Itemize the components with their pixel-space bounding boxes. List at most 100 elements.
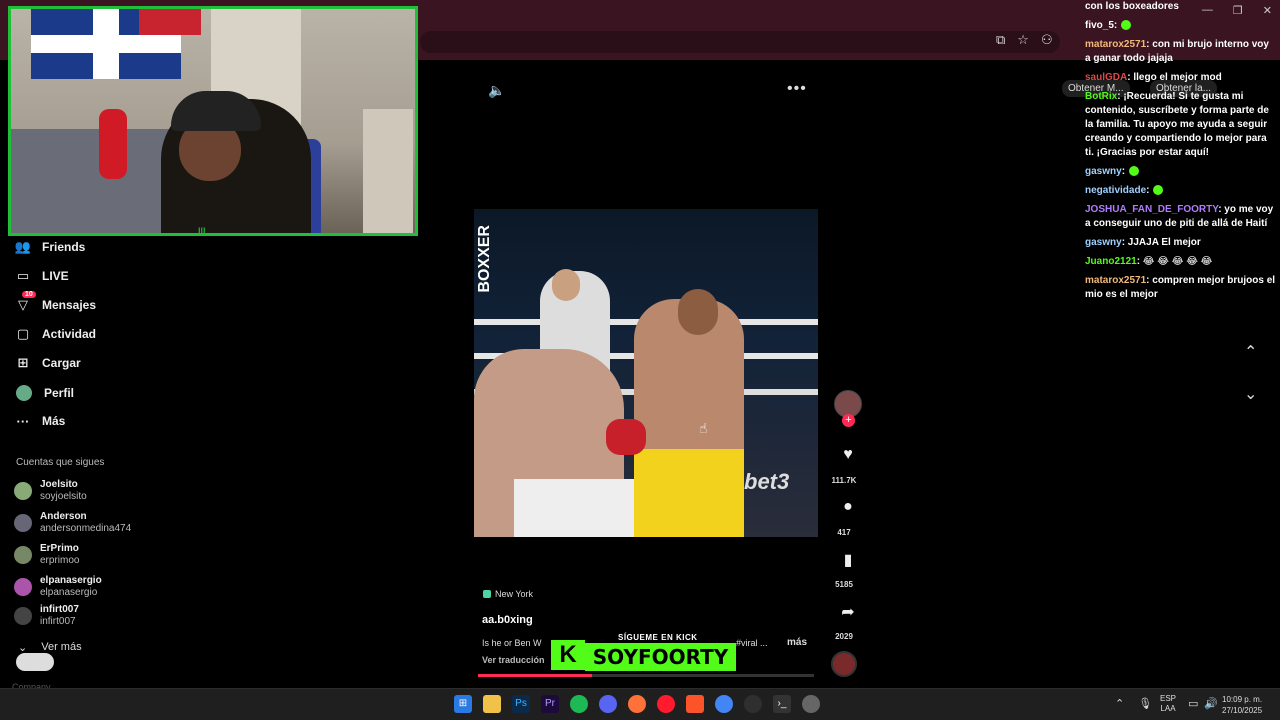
following-item[interactable]: infirt007 infirt007 <box>14 604 79 628</box>
chat-username[interactable]: fivo_5 <box>1085 20 1114 31</box>
more-options-icon[interactable]: ••• <box>787 80 807 98</box>
chat-username[interactable]: gaswny <box>1085 166 1122 177</box>
following-item[interactable]: elpanasergio elpanasergio <box>14 575 102 599</box>
chevron-up-icon[interactable]: ⌃ <box>1244 342 1257 362</box>
chat-username[interactable]: gaswny <box>1085 237 1122 248</box>
following-item[interactable]: ErPrimo erprimoo <box>14 543 79 567</box>
tray-icons: ▭ 🔊 <box>1188 697 1218 710</box>
sidebar-item-label: Friends <box>42 240 86 254</box>
discord-icon[interactable] <box>599 695 617 713</box>
location-tag[interactable]: New York <box>483 589 533 599</box>
video-progress-bar[interactable] <box>478 674 814 677</box>
sidebar-item-more[interactable]: ··· Más <box>16 413 66 429</box>
file-explorer-icon[interactable] <box>483 695 501 713</box>
chat-message: BotRix: ¡Recuerda! Si te gusta mi conten… <box>1085 90 1277 160</box>
following-username: erprimoo <box>40 555 80 566</box>
sidebar-item-friends[interactable]: 👥 Friends <box>15 239 86 254</box>
video-frame[interactable]: BOXXER bet3 <box>474 209 818 537</box>
bookmark-icon[interactable]: ▮ <box>834 550 862 570</box>
language-indicator[interactable]: ESP LAA <box>1160 694 1176 714</box>
messages-icon: ▽ 10 <box>16 291 36 312</box>
following-name: Anderson <box>40 511 87 522</box>
location-icon <box>483 590 491 598</box>
speaker-icon[interactable]: 🔊 <box>1204 697 1218 710</box>
comment-count: 417 <box>837 528 851 537</box>
toggle-switch[interactable] <box>16 653 54 671</box>
heart-icon[interactable]: ♥ <box>834 446 862 464</box>
brave-icon[interactable] <box>686 695 704 713</box>
chat-text: : <box>1121 166 1126 177</box>
system-tray: ⌃ 🎙 <box>1115 697 1152 710</box>
avatar <box>14 578 32 596</box>
extension-icon[interactable]: ⚇ <box>1041 32 1053 48</box>
following-name: ErPrimo <box>40 543 79 554</box>
fighter-right-head <box>678 289 718 335</box>
sidebar-item-activity[interactable]: ▢ Actividad <box>16 326 96 341</box>
webcam-overlay <box>8 6 418 236</box>
chat-username[interactable]: saulGDA <box>1085 72 1127 83</box>
windows-start-icon[interactable]: ⊞ <box>454 695 472 713</box>
premiere-icon[interactable]: Pr <box>541 695 559 713</box>
chat-username[interactable]: Juano2121 <box>1085 256 1137 267</box>
firefox-icon[interactable] <box>628 695 646 713</box>
kick-subtitle: SÍGUEME EN KICK <box>618 633 698 642</box>
sidebar-item-label: Mensajes <box>42 298 97 312</box>
network-icon[interactable]: ▭ <box>1188 697 1198 710</box>
chat-username[interactable]: matarox2571 <box>1085 275 1146 286</box>
video-author[interactable]: aa.b0xing <box>482 614 533 626</box>
chat-username[interactable]: JOSHUA_FAN_DE_FOORTY <box>1085 204 1218 215</box>
sidebar-item-messages[interactable]: ▽ 10 Mensajes <box>16 291 97 312</box>
obs-icon[interactable] <box>744 695 762 713</box>
comment-icon[interactable]: ● <box>834 498 862 516</box>
chat-text: con los boxeadores <box>1085 1 1179 12</box>
chrome-icon[interactable] <box>715 695 733 713</box>
activity-icon: ▢ <box>16 326 30 341</box>
sidebar-item-label: Más <box>42 414 66 428</box>
fighter-left-shorts <box>514 479 634 537</box>
cam-bed <box>11 129 171 233</box>
caption-more-button[interactable]: más <box>787 637 807 648</box>
fighter-right-shorts <box>634 449 744 537</box>
location-label: New York <box>495 589 534 599</box>
follow-plus-icon[interactable]: + <box>842 414 855 427</box>
clock[interactable]: 10:09 p. m. 27/10/2025 <box>1222 694 1262 716</box>
video-caption-hashtag[interactable]: #viral ... <box>736 638 768 648</box>
install-app-icon[interactable]: ⧉ <box>996 32 1005 48</box>
chat-message: negatividade: <box>1085 184 1277 198</box>
chat-overlay: con los boxeadores fivo_5: matarox2571: co… <box>1085 0 1277 307</box>
microphone-icon[interactable]: 🎙 <box>1138 697 1152 710</box>
sidebar-item-upload[interactable]: ⊞ Cargar <box>16 355 81 370</box>
more-icon: ··· <box>16 413 30 429</box>
sidebar-item-live[interactable]: ▭ LIVE <box>16 268 69 283</box>
following-item[interactable]: Joelsito soyjoelsito <box>14 479 87 503</box>
following-item[interactable]: Anderson andersonmedina474 <box>14 511 131 535</box>
photoshop-icon[interactable]: Ps <box>512 695 530 713</box>
profile-avatar <box>16 385 32 401</box>
chat-username[interactable]: matarox2571 <box>1085 39 1146 50</box>
chat-username[interactable]: negatividade <box>1085 185 1146 196</box>
cam-cabinet <box>363 109 413 233</box>
volume-icon[interactable]: 🔈 <box>488 82 505 99</box>
chat-message: con los boxeadores <box>1085 0 1277 14</box>
sidebar-item-profile[interactable]: Perfil <box>16 385 74 401</box>
address-bar[interactable] <box>420 31 1060 53</box>
see-translation-link[interactable]: Ver traducción <box>482 655 545 665</box>
settings-icon[interactable] <box>802 695 820 713</box>
bookmark-star-icon[interactable]: ☆ <box>1017 32 1029 48</box>
opera-icon[interactable] <box>657 695 675 713</box>
clock-time: 10:09 p. m. <box>1222 695 1263 704</box>
music-disc-icon[interactable] <box>831 651 857 677</box>
chat-username[interactable]: BotRix <box>1085 91 1117 102</box>
kick-logo: K <box>551 640 585 670</box>
sidebar-item-label: LIVE <box>42 269 69 283</box>
following-username: andersonmedina474 <box>40 523 132 534</box>
emote-icon <box>1153 185 1164 196</box>
share-icon[interactable]: ➦ <box>834 602 862 622</box>
terminal-icon[interactable]: ›_ <box>773 695 791 713</box>
spotify-icon[interactable] <box>570 695 588 713</box>
chat-message: matarox2571: con mi brujo interno voy a … <box>1085 38 1277 66</box>
chevron-up-icon[interactable]: ⌃ <box>1115 697 1124 710</box>
clock-date: 27/10/2025 <box>1222 706 1263 715</box>
emote-icon <box>1121 20 1132 31</box>
chevron-down-icon[interactable]: ⌄ <box>1244 384 1257 404</box>
